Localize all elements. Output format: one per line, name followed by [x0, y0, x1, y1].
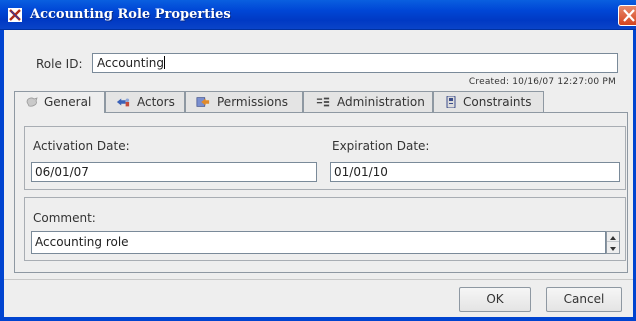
arrow-up-icon: [610, 236, 616, 240]
expiration-date-label: Expiration Date:: [332, 139, 430, 153]
created-timestamp: Created: 10/16/07 12:27:00 PM: [468, 77, 616, 87]
permissions-icon: [196, 97, 210, 107]
tab-constraints-label: Constraints: [463, 95, 532, 109]
scroll-up-button[interactable]: [607, 232, 619, 242]
activation-date-input[interactable]: 06/01/07: [31, 162, 317, 182]
properties-dialog: Accounting Role Properties Role ID: Acco…: [0, 0, 636, 321]
tab-permissions[interactable]: Permissions: [185, 91, 303, 112]
ok-button[interactable]: OK: [459, 287, 531, 312]
text-caret: [164, 56, 166, 69]
arrow-down-icon: [610, 247, 616, 251]
tab-constraints[interactable]: Constraints: [433, 91, 544, 112]
button-bar-separator: [4, 279, 633, 280]
activation-date-value: 06/01/07: [35, 165, 89, 179]
actors-icon: [116, 98, 130, 107]
window-frame-bottom: [0, 317, 636, 321]
constraints-icon: [446, 96, 456, 108]
app-x-icon: [8, 8, 22, 22]
activation-date-label: Activation Date:: [33, 139, 130, 153]
comment-scroll-spinner[interactable]: [606, 231, 620, 254]
close-x-icon: [623, 9, 635, 22]
cancel-button[interactable]: Cancel: [546, 287, 622, 312]
tab-actors[interactable]: Actors: [105, 91, 185, 112]
role-id-label: Role ID:: [36, 57, 83, 71]
tab-administration[interactable]: Administration: [303, 91, 433, 112]
expiration-date-input[interactable]: 01/01/10: [330, 162, 620, 182]
expiration-date-value: 01/01/10: [334, 165, 388, 179]
role-id-value: Accounting: [97, 56, 165, 70]
tab-administration-label: Administration: [337, 95, 425, 109]
close-button[interactable]: [618, 5, 636, 26]
tab-general-label: General: [44, 95, 92, 109]
tab-actors-label: Actors: [137, 95, 175, 109]
tab-general[interactable]: General: [14, 91, 105, 113]
window-title: Accounting Role Properties: [30, 7, 231, 22]
administration-icon: [316, 97, 330, 107]
window-frame-left: [0, 30, 4, 321]
comment-label: Comment:: [33, 211, 96, 225]
comment-input[interactable]: Accounting role: [31, 231, 606, 254]
scroll-down-button[interactable]: [607, 243, 619, 253]
title-bar[interactable]: Accounting Role Properties: [0, 0, 636, 30]
tab-permissions-label: Permissions: [217, 95, 288, 109]
role-id-input[interactable]: Accounting: [92, 53, 618, 73]
comment-value: Accounting role: [35, 235, 129, 249]
general-icon: [26, 97, 38, 107]
